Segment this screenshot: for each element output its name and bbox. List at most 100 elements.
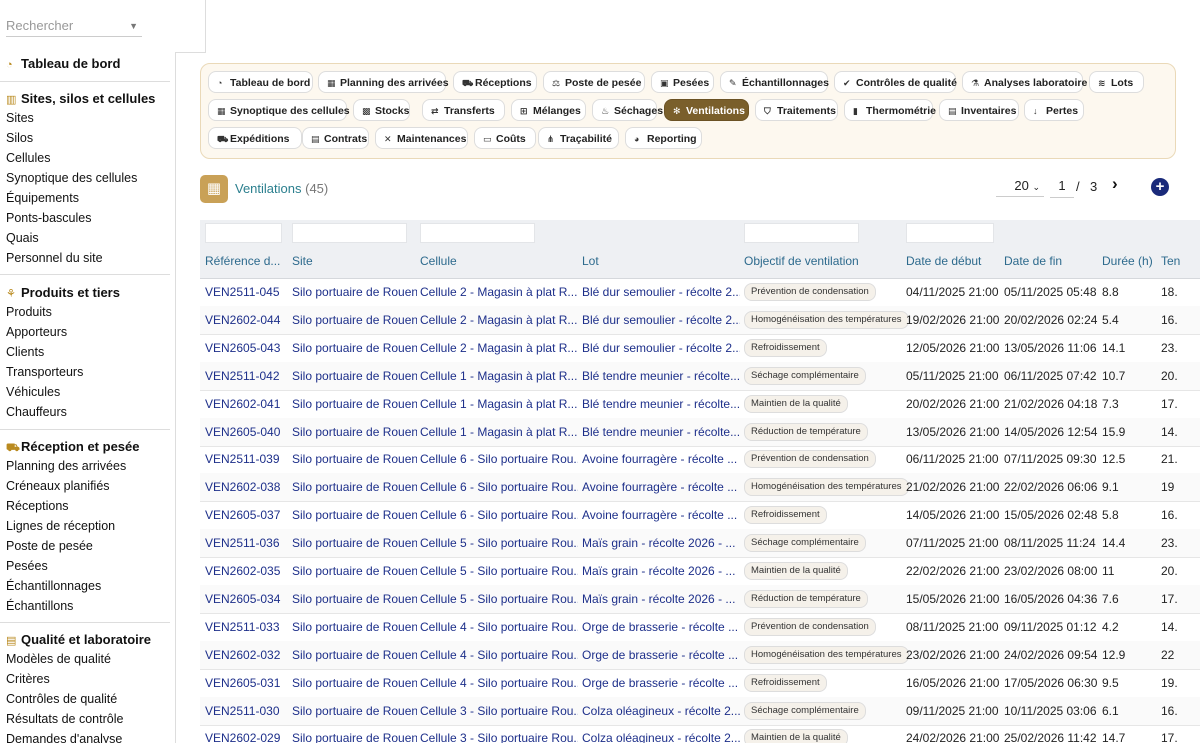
table-cell-link[interactable]: VEN2511-030	[205, 704, 285, 718]
nav-expéditions[interactable]: ⛟ Expéditions	[208, 127, 302, 149]
table-row[interactable]: VEN2602-044 Silo portuaire de Rouen Cellul…	[200, 305, 1200, 335]
sidebar-item[interactable]: Poste de pesée	[6, 539, 93, 553]
sidebar-item[interactable]: Véhicules	[6, 385, 60, 399]
sidebar-item[interactable]: Ponts-bascules	[6, 211, 91, 225]
table-row[interactable]: VEN2511-036 Silo portuaire de Rouen Cellul…	[200, 529, 1200, 559]
table-cell-link[interactable]: Cellule 6 - Silo portuaire Rou...	[420, 452, 578, 466]
table-cell-link[interactable]: Cellule 6 - Silo portuaire Rou...	[420, 508, 578, 522]
sidebar-item[interactable]: Planning des arrivées	[6, 459, 126, 473]
table-cell-link[interactable]: Orge de brasserie - récolte ...	[582, 648, 740, 662]
table-cell-link[interactable]: Blé tendre meunier - récolte...	[582, 397, 740, 411]
table-cell-link[interactable]: Cellule 4 - Silo portuaire Rou...	[420, 620, 578, 634]
nav-thermométrie[interactable]: ▮ Thermométrie	[844, 99, 936, 121]
sidebar-section-2[interactable]: ▥ Sites, silos et cellules	[6, 91, 155, 106]
table-cell-link[interactable]: VEN2602-035	[205, 564, 285, 578]
table-row[interactable]: VEN2602-041 Silo portuaire de Rouen Cellul…	[200, 390, 1200, 419]
column-header[interactable]: Cellule	[420, 254, 578, 268]
table-cell-link[interactable]: VEN2511-033	[205, 620, 285, 634]
sidebar-section-3[interactable]: ⚘ Produits et tiers	[6, 285, 120, 300]
table-cell-link[interactable]: Cellule 2 - Magasin à plat R...	[420, 285, 578, 299]
table-cell-link[interactable]: Cellule 4 - Silo portuaire Rou...	[420, 648, 578, 662]
nav-transferts[interactable]: ⇄ Transferts	[422, 99, 505, 121]
sidebar-item[interactable]: Résultats de contrôle	[6, 712, 123, 726]
table-cell-link[interactable]: Cellule 4 - Silo portuaire Rou...	[420, 676, 578, 690]
table-cell-link[interactable]: Silo portuaire de Rouen	[292, 285, 417, 299]
table-cell-link[interactable]: Cellule 3 - Silo portuaire Rou...	[420, 704, 578, 718]
table-cell-link[interactable]: Blé dur semoulier - récolte 2...	[582, 341, 740, 355]
table-cell-link[interactable]: Silo portuaire de Rouen	[292, 564, 417, 578]
sidebar-section-4[interactable]: ⛟Réception et pesée	[6, 439, 140, 456]
nav-échantillonnages[interactable]: ✎ Échantillonnages	[720, 71, 829, 93]
table-cell-link[interactable]: Silo portuaire de Rouen	[292, 536, 417, 550]
table-cell-link[interactable]: VEN2602-038	[205, 480, 285, 494]
sidebar-section-1[interactable]: ◔ Tableau de bord	[6, 56, 120, 71]
search-input[interactable]: Rechercher ▼	[6, 16, 142, 37]
table-cell-link[interactable]: VEN2511-045	[205, 285, 285, 299]
table-cell-link[interactable]: Silo portuaire de Rouen	[292, 676, 417, 690]
column-header[interactable]: Date de début	[906, 254, 1001, 268]
nav-maintenances[interactable]: ✕ Maintenances	[375, 127, 468, 149]
nav-poste-de-pesée[interactable]: ⚖ Poste de pesée	[543, 71, 645, 93]
table-cell-link[interactable]: VEN2602-041	[205, 397, 285, 411]
nav-traçabilité[interactable]: ⋔ Traçabilité	[538, 127, 619, 149]
sidebar-item[interactable]: Synoptique des cellules	[6, 171, 137, 185]
table-cell-link[interactable]: VEN2605-040	[205, 425, 285, 439]
table-cell-link[interactable]: Silo portuaire de Rouen	[292, 425, 417, 439]
table-cell-link[interactable]: Avoine fourragère - récolte ...	[582, 452, 740, 466]
table-cell-link[interactable]: Maïs grain - récolte 2026 - ...	[582, 536, 740, 550]
table-cell-link[interactable]: Maïs grain - récolte 2026 - ...	[582, 592, 740, 606]
nav-lots[interactable]: ≋ Lots	[1089, 71, 1144, 93]
table-cell-link[interactable]: Cellule 3 - Silo portuaire Rou...	[420, 731, 578, 743]
column-header[interactable]: Ten	[1161, 254, 1200, 268]
table-cell-link[interactable]: Silo portuaire de Rouen	[292, 452, 417, 466]
sidebar-item[interactable]: Réceptions	[6, 499, 69, 513]
add-button[interactable]: +	[1151, 178, 1169, 196]
sidebar-item[interactable]: Chauffeurs	[6, 405, 67, 419]
table-cell-link[interactable]: Silo portuaire de Rouen	[292, 508, 417, 522]
table-cell-link[interactable]: Cellule 2 - Magasin à plat R...	[420, 341, 578, 355]
nav-stocks[interactable]: ▩ Stocks	[353, 99, 410, 121]
column-header[interactable]: Référence d...	[205, 254, 285, 268]
table-row[interactable]: VEN2511-039 Silo portuaire de Rouen Cellul…	[200, 445, 1200, 475]
sidebar-item[interactable]: Quais	[6, 231, 39, 245]
column-header[interactable]: Durée (h)	[1102, 254, 1157, 268]
table-cell-link[interactable]: Cellule 1 - Magasin à plat R...	[420, 397, 578, 411]
table-cell-link[interactable]: Colza oléagineux - récolte 2...	[582, 731, 740, 743]
sidebar-item[interactable]: Transporteurs	[6, 365, 83, 379]
table-cell-link[interactable]: Maïs grain - récolte 2026 - ...	[582, 564, 740, 578]
table-cell-link[interactable]: Cellule 2 - Magasin à plat R...	[420, 313, 578, 327]
nav-contrôles-de-qualité[interactable]: ✔ Contrôles de qualité	[834, 71, 957, 93]
column-header[interactable]: Objectif de ventilation	[744, 254, 902, 268]
sidebar-item[interactable]: Personnel du site	[6, 251, 103, 265]
table-cell-link[interactable]: Blé dur semoulier - récolte 2...	[582, 285, 740, 299]
table-cell-link[interactable]: Orge de brasserie - récolte ...	[582, 676, 740, 690]
nav-séchages[interactable]: ♨ Séchages	[592, 99, 663, 121]
nav-inventaires[interactable]: ▤ Inventaires	[939, 99, 1019, 121]
table-cell-link[interactable]: VEN2511-042	[205, 369, 285, 383]
table-cell-link[interactable]: Silo portuaire de Rouen	[292, 704, 417, 718]
table-cell-link[interactable]: VEN2602-044	[205, 313, 285, 327]
column-filter-input[interactable]	[420, 223, 535, 243]
sidebar-item[interactable]: Apporteurs	[6, 325, 67, 339]
nav-pesées[interactable]: ▣ Pesées	[651, 71, 714, 93]
column-header[interactable]: Date de fin	[1004, 254, 1099, 268]
table-row[interactable]: VEN2605-040 Silo portuaire de Rouen Cellul…	[200, 417, 1200, 447]
nav-traitements[interactable]: ⛉ Traitements	[755, 99, 838, 121]
column-header[interactable]: Lot	[582, 254, 740, 268]
nav-ventilations[interactable]: ✻ Ventilations	[664, 99, 749, 121]
table-row[interactable]: VEN2605-043 Silo portuaire de Rouen Cellul…	[200, 334, 1200, 363]
table-row[interactable]: VEN2605-034 Silo portuaire de Rouen Cellul…	[200, 584, 1200, 614]
sidebar-item[interactable]: Silos	[6, 131, 33, 145]
table-cell-link[interactable]: VEN2602-032	[205, 648, 285, 662]
table-cell-link[interactable]: VEN2511-039	[205, 452, 285, 466]
table-cell-link[interactable]: Orge de brasserie - récolte ...	[582, 620, 740, 634]
table-row[interactable]: VEN2602-032 Silo portuaire de Rouen Cellul…	[200, 640, 1200, 670]
nav-analyses-laboratoire[interactable]: ⚗ Analyses laboratoire	[962, 71, 1087, 93]
table-row[interactable]: VEN2511-045 Silo portuaire de Rouen Cellul…	[200, 278, 1200, 307]
nav-contrats[interactable]: ▤ Contrats	[302, 127, 369, 149]
sidebar-item[interactable]: Critères	[6, 672, 50, 686]
table-cell-link[interactable]: Blé dur semoulier - récolte 2...	[582, 313, 740, 327]
table-row[interactable]: VEN2511-030 Silo portuaire de Rouen Cellul…	[200, 696, 1200, 726]
sidebar-item[interactable]: Cellules	[6, 151, 50, 165]
table-cell-link[interactable]: Silo portuaire de Rouen	[292, 397, 417, 411]
